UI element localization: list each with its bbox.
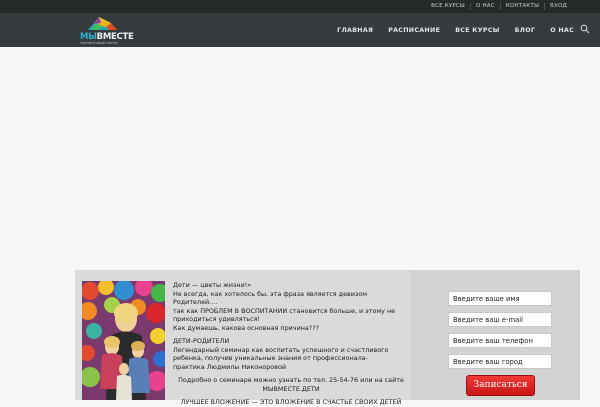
utility-link-login[interactable]: ВХОД — [544, 3, 572, 10]
signup-button[interactable]: Записаться — [466, 375, 535, 396]
logo-tagline: тренинговый центр — [80, 41, 118, 45]
promo-line: так как ПРОБЛЕМ В ВОСПИТАНИИ становится … — [173, 306, 396, 315]
search-icon[interactable] — [580, 24, 590, 34]
utility-link-courses[interactable]: ВСЕ КУРСЫ — [426, 3, 470, 10]
promo-block: Дети — цветы жизни!» Не всегда, как хоте… — [75, 270, 580, 406]
promo-slogan: ЛУЧШЕЕ ВЛОЖЕНИЕ — ЭТО ВЛОЖЕНИЕ В СЧАСТЬЕ… — [180, 398, 402, 406]
promo-text: Дети — цветы жизни!» Не всегда, как хоте… — [173, 281, 409, 407]
promo-content: Дети — цветы жизни!» Не всегда, как хоте… — [75, 270, 410, 406]
house-roof-icon — [88, 17, 117, 30]
utility-links: ВСЕ КУРСЫ О НАС КОНТАКТЫ ВХОД — [426, 0, 572, 13]
nav-blog[interactable]: БЛОГ — [515, 27, 536, 34]
utility-link-contacts[interactable]: КОНТАКТЫ — [499, 3, 544, 10]
city-field[interactable] — [448, 354, 552, 369]
family-photo — [82, 281, 165, 400]
promo-site-link[interactable]: МЫВМЕСТЕ.ДЕТИ — [173, 385, 409, 394]
promo-line: ребенка, получив уникальные знания от пр… — [173, 354, 368, 362]
utility-link-about[interactable]: О НАС — [469, 3, 500, 10]
site-header: МЫВМЕСТЕ тренинговый центр ГЛАВНАЯ РАСПИ… — [0, 13, 600, 47]
signup-form: Записаться — [448, 291, 552, 396]
promo-line: Как думаешь, какова основная причина??? — [173, 323, 319, 332]
top-utility-bar: ВСЕ КУРСЫ О НАС КОНТАКТЫ ВХОД — [0, 0, 600, 13]
promo-contact-line: Подробно о семинаре можно узнать по тел.… — [178, 376, 404, 384]
promo-line: Не всегда, как хотелось бы, эта фраза яв… — [173, 289, 368, 307]
phone-field[interactable] — [448, 333, 552, 348]
nav-about[interactable]: О НАС — [550, 27, 574, 34]
nav-home[interactable]: ГЛАВНАЯ — [337, 27, 373, 34]
name-field[interactable] — [448, 291, 552, 306]
site-logo[interactable]: МЫВМЕСТЕ тренинговый центр — [80, 14, 134, 46]
nav-schedule[interactable]: РАСПИСАНИЕ — [388, 27, 440, 34]
promo-line: Легендарный семинар как воспитать успешн… — [173, 345, 389, 354]
promo-line: приходиться удивляться! — [173, 315, 260, 323]
nav-courses[interactable]: ВСЕ КУРСЫ — [455, 27, 499, 34]
email-field[interactable] — [448, 312, 552, 327]
promo-line: практика Людмилы Никоноровой — [173, 362, 287, 371]
promo-heading: ДЕТИ-РОДИТЕЛИ — [173, 337, 230, 345]
main-nav: ГЛАВНАЯ РАСПИСАНИЕ ВСЕ КУРСЫ БЛОГ О НАС — [322, 13, 590, 47]
promo-line: Дети — цветы жизни!» — [173, 281, 252, 289]
